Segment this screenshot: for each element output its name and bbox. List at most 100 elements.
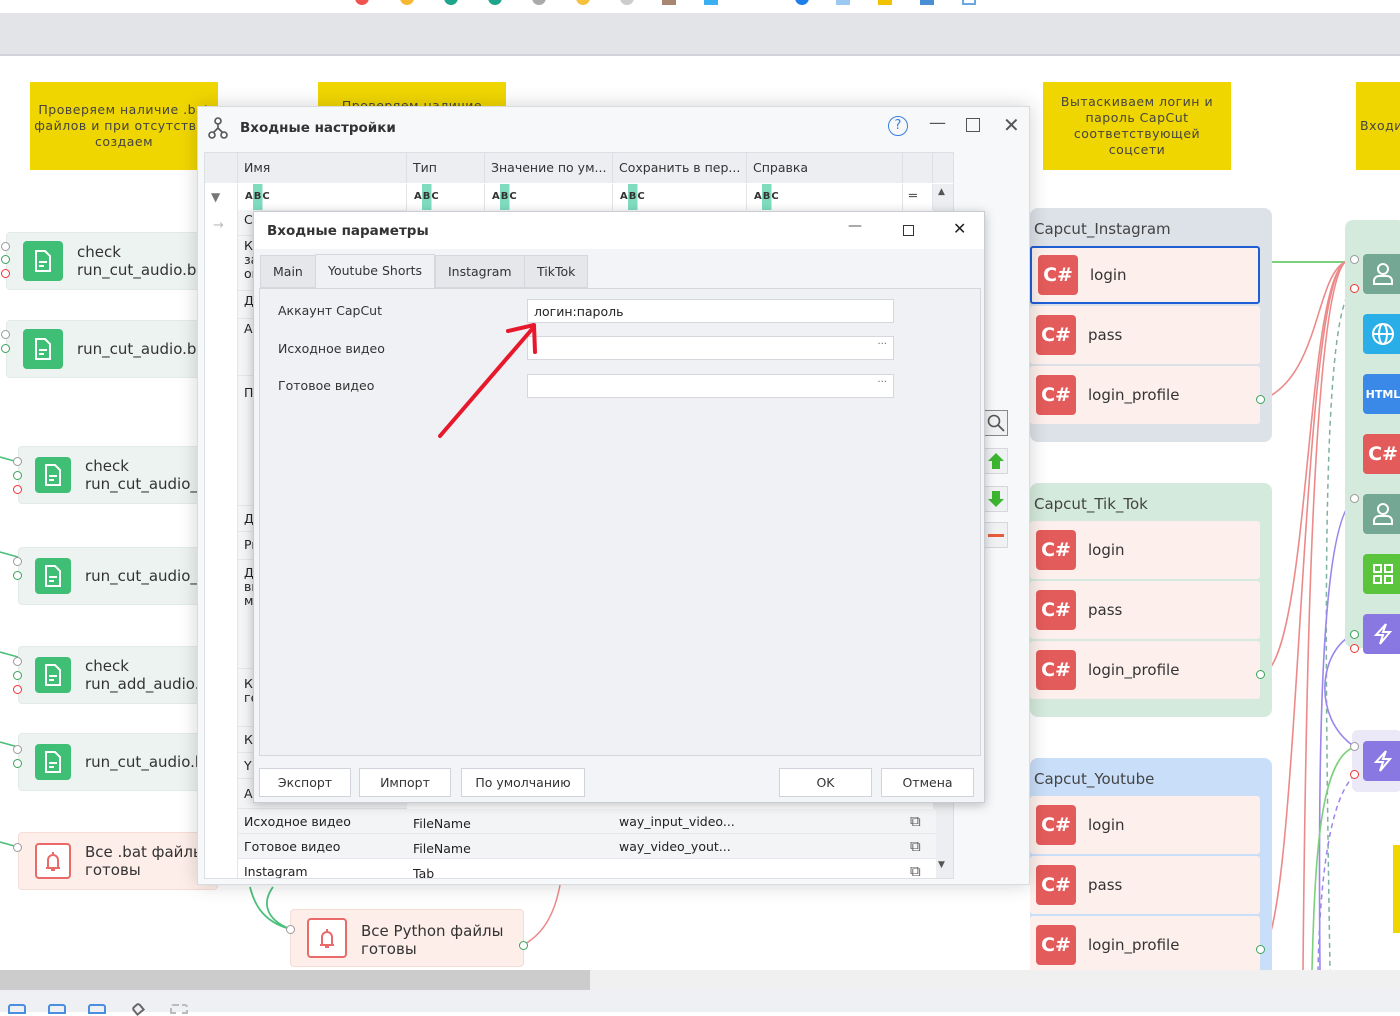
- connection-port[interactable]: [13, 471, 22, 480]
- connection-port[interactable]: [1350, 494, 1359, 503]
- text-filter-icon[interactable]: ABC: [491, 184, 519, 210]
- move-up-button[interactable]: [984, 448, 1008, 474]
- toolbar-icon[interactable]: [355, 0, 369, 5]
- connection-port[interactable]: [1256, 670, 1265, 679]
- toolbar-icon[interactable]: [400, 0, 414, 5]
- toolbar-icon[interactable]: [878, 0, 892, 5]
- toolbar-icon[interactable]: [444, 0, 458, 5]
- workflow-node[interactable]: run_cut_audio.bat: [6, 320, 211, 378]
- lightning-icon[interactable]: [1363, 614, 1400, 654]
- csharp-icon[interactable]: C#: [1363, 434, 1400, 474]
- column-header[interactable]: Значение по ум...: [485, 153, 613, 183]
- browse-button[interactable]: ···: [877, 377, 887, 388]
- toolbar-icon[interactable]: [576, 0, 590, 5]
- output-video-input[interactable]: ···: [527, 374, 894, 398]
- toolbar-icon[interactable]: [795, 0, 809, 5]
- globe-icon[interactable]: [1363, 314, 1400, 354]
- connection-port[interactable]: [1, 330, 10, 339]
- csharp-node[interactable]: C# pass: [1030, 306, 1260, 364]
- connection-port[interactable]: [13, 657, 22, 666]
- maximize-button[interactable]: [966, 118, 980, 132]
- workflow-node[interactable]: check run_cut_audio_fil: [18, 446, 212, 504]
- toolbar-icon[interactable]: [620, 0, 634, 5]
- connection-port[interactable]: [1350, 644, 1359, 653]
- column-header[interactable]: Тип: [407, 153, 485, 183]
- connection-port[interactable]: [13, 671, 22, 680]
- connection-port[interactable]: [1, 242, 10, 251]
- tab-tiktok[interactable]: TikTok: [524, 255, 589, 288]
- table-row[interactable]: Исходное видео FileName way_input_video.…: [238, 809, 936, 834]
- text-filter-icon[interactable]: ABC: [753, 184, 781, 210]
- column-header[interactable]: Справка: [747, 153, 903, 183]
- text-filter-icon[interactable]: ABC: [619, 184, 647, 210]
- minimize-button[interactable]: —: [848, 218, 862, 234]
- workflow-node[interactable]: Все Python файлы готовы: [290, 909, 524, 967]
- connection-port[interactable]: [519, 941, 528, 950]
- connection-port[interactable]: [13, 571, 22, 580]
- workflow-node[interactable]: Все .bat файлы готовы: [18, 832, 218, 890]
- maximize-button[interactable]: [903, 225, 914, 236]
- input-parameters-dialog[interactable]: Входные параметры — ✕ Main Youtube Short…: [253, 211, 985, 803]
- csharp-node[interactable]: C# login_profile: [1030, 641, 1260, 699]
- scrollbar-track[interactable]: [590, 970, 1400, 990]
- toolbar-icon[interactable]: [920, 0, 934, 5]
- sticky-note[interactable]: Вытаскиваем логин и пароль CapCut соотве…: [1043, 82, 1231, 170]
- copy-icon[interactable]: ⧉: [910, 812, 921, 830]
- default-button[interactable]: По умолчанию: [461, 768, 585, 797]
- connection-port[interactable]: [13, 759, 22, 768]
- node-group[interactable]: Capcut_Tik_Tok C# login C# pass C# login_pr…: [1030, 483, 1272, 717]
- toolbar-icon[interactable]: [488, 0, 502, 5]
- tab-main[interactable]: Main: [260, 255, 316, 288]
- connection-port[interactable]: [1256, 395, 1265, 404]
- grid-icon[interactable]: [1363, 554, 1400, 594]
- toolbar-icon[interactable]: [704, 0, 718, 5]
- help-icon[interactable]: ?: [888, 116, 908, 136]
- remove-button[interactable]: [984, 522, 1008, 548]
- connection-port[interactable]: [1, 269, 10, 278]
- text-filter-icon[interactable]: ABC: [413, 184, 441, 210]
- connection-port[interactable]: [13, 457, 22, 466]
- workflow-node[interactable]: check run_add_audio.ba: [18, 646, 218, 704]
- connection-port[interactable]: [1350, 630, 1359, 639]
- close-button[interactable]: ✕: [1003, 113, 1020, 137]
- move-down-button[interactable]: [984, 486, 1008, 512]
- layout-icon[interactable]: [48, 1004, 66, 1014]
- connection-port[interactable]: [13, 557, 22, 566]
- browse-button[interactable]: ···: [877, 339, 887, 350]
- tab-instagram[interactable]: Instagram: [435, 255, 525, 288]
- toolbar-icon[interactable]: [962, 0, 976, 5]
- tab-youtube-shorts[interactable]: Youtube Shorts: [315, 254, 436, 289]
- capcut-account-input[interactable]: [527, 299, 894, 323]
- horizontal-scrollbar[interactable]: [0, 970, 590, 990]
- sticky-note[interactable]: Входи: [1356, 82, 1400, 170]
- source-video-input[interactable]: ···: [527, 336, 894, 360]
- column-header[interactable]: Сохранить в пер...: [613, 153, 747, 183]
- node-group[interactable]: Capcut_Youtube C# login C# pass C# login_pr…: [1030, 758, 1272, 970]
- connection-port[interactable]: [13, 485, 22, 494]
- node-group[interactable]: Capcut_Instagram C# login C# pass C# login_…: [1030, 208, 1272, 442]
- cancel-button[interactable]: Отмена: [881, 768, 974, 797]
- close-button[interactable]: ✕: [953, 219, 966, 238]
- csharp-node[interactable]: C# login_profile: [1030, 366, 1260, 424]
- workflow-node[interactable]: run_cut_audio.ba: [18, 733, 214, 791]
- connection-port[interactable]: [286, 925, 295, 934]
- import-button[interactable]: Импорт: [359, 768, 451, 797]
- menu-icon[interactable]: ═: [903, 184, 933, 210]
- select-area-icon[interactable]: [170, 1004, 188, 1014]
- copy-icon[interactable]: ⧉: [910, 837, 921, 855]
- ok-button[interactable]: OK: [779, 768, 872, 797]
- user-icon[interactable]: [1363, 494, 1400, 534]
- connection-port[interactable]: [1, 344, 10, 353]
- csharp-node[interactable]: C# login_profile: [1030, 916, 1260, 970]
- export-button[interactable]: Экспорт: [259, 768, 351, 797]
- csharp-node[interactable]: C# login: [1030, 521, 1260, 579]
- connection-port[interactable]: [1350, 255, 1359, 264]
- toolbar-icon[interactable]: [662, 0, 676, 5]
- csharp-node[interactable]: C# login: [1030, 246, 1260, 304]
- html-icon[interactable]: HTML: [1363, 374, 1400, 414]
- sticky-note[interactable]: Проверяем наличие .bat файлов и при отсу…: [30, 82, 218, 170]
- user-icon[interactable]: [1363, 254, 1400, 294]
- lightning-icon[interactable]: [1363, 741, 1400, 781]
- connection-port[interactable]: [13, 685, 22, 694]
- filter-icon[interactable]: ▼: [205, 184, 238, 210]
